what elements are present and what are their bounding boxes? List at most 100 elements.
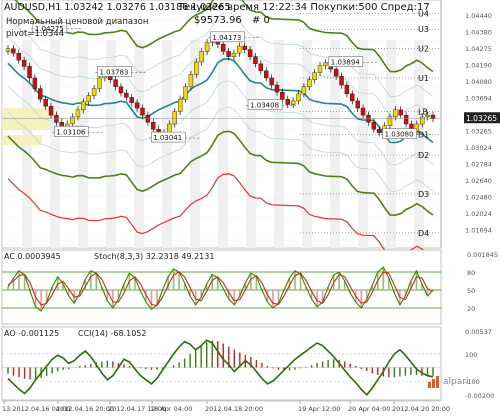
candle	[16, 52, 21, 61]
candle	[247, 49, 253, 57]
chart-canvas[interactable]: U4U3U2U1LBD1D2D3D4 1.042751.037831.03106…	[0, 0, 500, 413]
current-price-label: 1.03265	[466, 114, 497, 123]
time-tick-label: 2012.04.16 20:00	[56, 405, 114, 413]
session-stripe	[414, 40, 424, 248]
candle	[183, 86, 188, 100]
candle	[403, 114, 409, 125]
candle	[32, 77, 38, 89]
candle	[21, 60, 27, 67]
candle	[312, 72, 317, 80]
price-tick-label: 1.01694	[465, 227, 492, 235]
price-tick-label: 1.04080	[465, 78, 492, 86]
price-tick-label: 1.03024	[465, 144, 492, 152]
candle	[86, 95, 91, 103]
candle	[81, 101, 86, 111]
brand-name: alpari	[443, 377, 469, 387]
candle	[220, 44, 226, 52]
stochastic-tick-label: 20	[467, 305, 475, 313]
candle	[269, 77, 274, 86]
pivot-label-D1: D1	[418, 131, 429, 140]
candle	[167, 123, 172, 134]
candle	[307, 79, 312, 88]
candle	[129, 97, 134, 103]
annotation-label: 1.03783	[99, 68, 128, 76]
candle	[27, 66, 32, 79]
pivot-zone	[2, 108, 50, 130]
candle	[188, 74, 194, 88]
candle	[285, 98, 290, 105]
session-stripe	[302, 40, 312, 248]
candle	[377, 129, 382, 134]
candle	[344, 84, 350, 95]
candle	[355, 100, 360, 109]
candle	[97, 77, 102, 89]
candle	[398, 109, 403, 116]
ao-tick-label: -0.00200	[465, 392, 494, 400]
price-tick-label: 1.02480	[465, 194, 492, 202]
candle	[113, 79, 118, 88]
candle	[48, 106, 54, 116]
candle	[38, 88, 43, 100]
pivot-label: pivot=1.0344	[6, 29, 65, 39]
stochastic-tick-label: 50	[467, 287, 475, 295]
candle	[54, 114, 59, 123]
candle	[301, 86, 307, 95]
annotation-label: 1.03408	[250, 102, 279, 110]
candle	[75, 109, 81, 118]
price-tick-label: 1.04275	[465, 45, 492, 53]
candle	[231, 52, 237, 57]
session-stripe	[246, 40, 256, 248]
session-stripe	[358, 40, 368, 248]
time-tick-label: 2012.04.20 20:00	[392, 405, 450, 413]
candle	[280, 91, 285, 100]
trading-chart[interactable]: U4 U3 U2 U1 LB D1 D2 D3 D4 1.04275 1.03783 1.03106…	[0, 0, 500, 413]
candle	[140, 107, 145, 116]
candle	[5, 48, 11, 52]
stochastic-title: Stoch(8,3,3) 32.2318 49.2131	[94, 252, 215, 261]
price-tick-label: 1.02640	[465, 177, 492, 185]
candle	[134, 102, 140, 109]
session-stripe	[274, 40, 284, 248]
server-time: Текущее время 12:22:34 Покупки:500 Спред…	[178, 2, 430, 13]
candle	[172, 111, 177, 125]
candle	[177, 98, 183, 112]
candle	[333, 68, 339, 77]
candle	[360, 107, 366, 116]
candle	[237, 45, 242, 54]
pivot-label-D3: D3	[418, 190, 429, 199]
candle	[366, 114, 371, 123]
price-tick-label: 1.02784	[465, 161, 492, 169]
candle	[43, 98, 48, 107]
price-tick-label: 1.04190	[465, 62, 492, 70]
session-stripe	[218, 40, 228, 248]
pivot-label-U1: U1	[418, 74, 429, 83]
time-tick-label: 18 Apr 04:00	[150, 405, 192, 413]
candle	[226, 51, 231, 57]
candle	[274, 84, 280, 93]
price-tick-label: 1.04380	[465, 29, 492, 37]
session-stripe	[162, 40, 172, 248]
candle	[264, 70, 269, 79]
annotation-label: 1.03106	[56, 128, 85, 136]
candle	[118, 86, 124, 94]
candle	[258, 63, 264, 72]
candle	[11, 48, 16, 54]
price-tick-label: 1.02024	[465, 210, 492, 218]
candle	[290, 100, 296, 105]
annotation-label: 1.03894	[331, 59, 360, 67]
annotation-label: 1.04173	[212, 34, 241, 42]
candle	[323, 62, 328, 66]
candle	[420, 116, 425, 125]
stochastic-prefix: AC 0.0003945	[4, 252, 61, 261]
ao-tick-label: 100	[465, 351, 477, 359]
indicator-name: Нормальный ценовой диапазон	[6, 17, 149, 27]
time-tick-label: 19 Apr 12:00	[298, 405, 340, 413]
candle	[70, 116, 75, 125]
alpari-logo-icon	[428, 376, 439, 388]
candle	[425, 114, 430, 118]
candle	[194, 61, 199, 75]
order-counter: # 0	[252, 15, 270, 26]
pivot-label-D4: D4	[418, 229, 429, 238]
annotation-label: 1.03080	[385, 131, 414, 139]
session-stripe	[78, 40, 88, 248]
